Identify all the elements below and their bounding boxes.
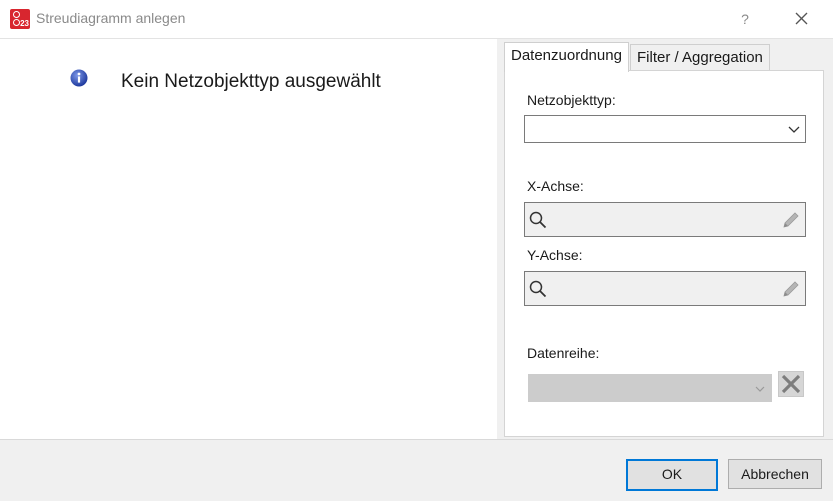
cancel-button[interactable]: Abbrechen xyxy=(728,459,822,489)
title-bar: 23 Streudiagramm anlegen ? xyxy=(0,0,833,39)
tab-datenzuordnung[interactable]: Datenzuordnung xyxy=(504,42,629,72)
app-icon: 23 xyxy=(10,9,30,29)
search-icon[interactable] xyxy=(529,211,547,229)
search-icon[interactable] xyxy=(529,280,547,298)
datenreihe-label: Datenreihe: xyxy=(527,345,600,361)
dialog-button-bar: OK Abbrechen xyxy=(0,439,833,501)
datenreihe-dropdown[interactable] xyxy=(528,374,772,402)
settings-panel: Datenzuordnung Filter / Aggregation Netz… xyxy=(497,39,833,439)
window-title: Streudiagramm anlegen xyxy=(36,10,186,26)
ok-button[interactable]: OK xyxy=(626,459,718,491)
tab-filter-aggregation[interactable]: Filter / Aggregation xyxy=(630,44,770,71)
chevron-down-icon xyxy=(755,386,765,392)
chevron-down-icon xyxy=(788,126,800,133)
clear-datenreihe-button[interactable] xyxy=(778,371,804,397)
netzobjekttyp-dropdown[interactable] xyxy=(524,115,806,143)
x-achse-label: X-Achse: xyxy=(527,178,584,194)
clear-x-icon xyxy=(781,374,801,394)
edit-pencil-icon[interactable] xyxy=(780,209,802,231)
info-message: Kein Netzobjekttyp ausgewählt xyxy=(121,71,381,92)
y-achse-field[interactable] xyxy=(524,271,806,306)
netzobjekttyp-label: Netzobjekttyp: xyxy=(527,92,616,108)
tab-content: Netzobjekttyp: X-Achse: Y-Achse: Datenre… xyxy=(504,70,824,437)
help-button[interactable]: ? xyxy=(734,8,756,30)
close-button[interactable] xyxy=(788,7,814,31)
info-icon xyxy=(70,69,88,87)
y-achse-label: Y-Achse: xyxy=(527,247,583,263)
x-achse-field[interactable] xyxy=(524,202,806,237)
close-icon xyxy=(795,12,808,25)
message-panel: Kein Netzobjekttyp ausgewählt xyxy=(0,39,497,439)
edit-pencil-icon[interactable] xyxy=(780,278,802,300)
